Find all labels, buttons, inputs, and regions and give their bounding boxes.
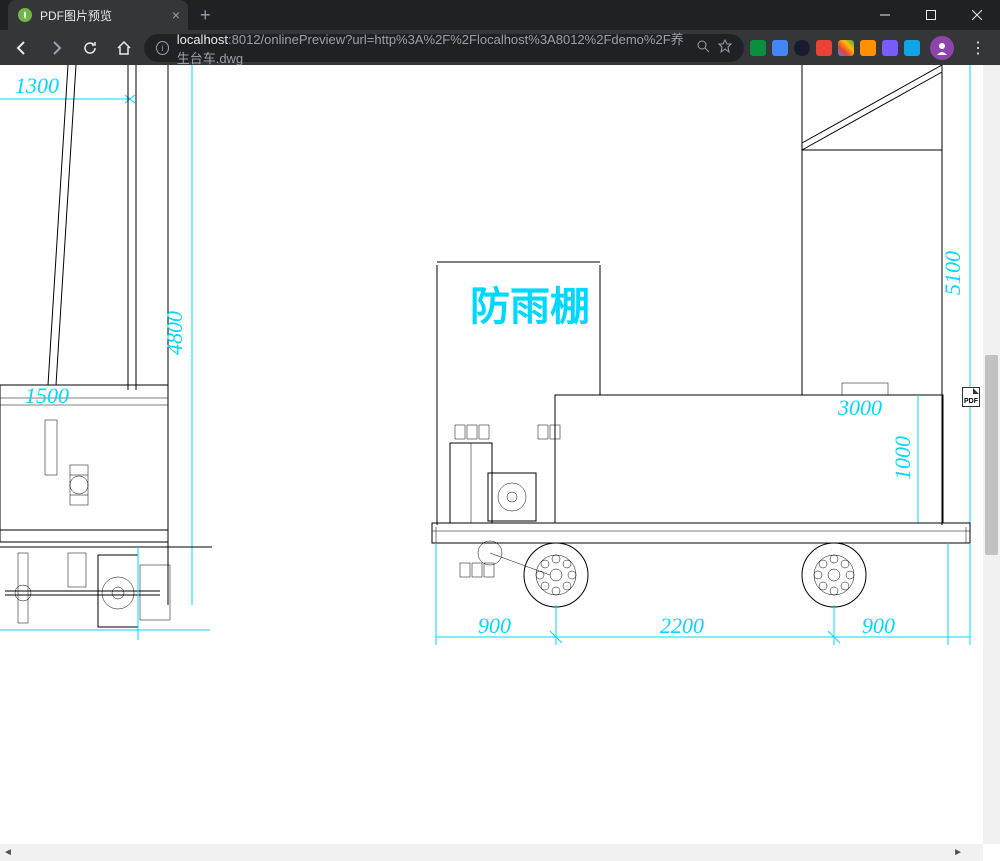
cad-wheel [524, 543, 588, 607]
window-titlebar: PDF图片预览 × + [0, 0, 1000, 30]
cad-wheel [802, 543, 866, 607]
svg-text:1000: 1000 [890, 436, 915, 480]
window-controls [862, 0, 1000, 30]
dimension-4800: 4800 [162, 65, 192, 605]
browser-toolbar: i localhost:8012/onlinePreview?url=http%… [0, 30, 1000, 65]
bookmark-star-icon[interactable] [718, 39, 732, 56]
dimension-3000: 3000 [837, 395, 882, 420]
drawing-title-label: 防雨棚 [470, 284, 590, 329]
site-info-icon[interactable]: i [156, 41, 169, 55]
extension-icon[interactable] [772, 40, 788, 56]
svg-text:1300: 1300 [15, 73, 59, 98]
extension-icon[interactable] [750, 40, 766, 56]
svg-text:5100: 5100 [940, 251, 965, 295]
home-button[interactable] [110, 34, 138, 62]
scroll-right-arrow-icon[interactable]: ► [953, 847, 963, 858]
pdf-badge-icon[interactable]: PDF [962, 387, 980, 407]
url-text: localhost:8012/onlinePreview?url=http%3A… [177, 29, 688, 67]
extension-icon[interactable] [816, 40, 832, 56]
extension-icon[interactable] [860, 40, 876, 56]
new-tab-button[interactable]: + [200, 5, 211, 26]
browser-tab[interactable]: PDF图片预览 × [8, 0, 188, 30]
extension-icon[interactable] [904, 40, 920, 56]
address-bar[interactable]: i localhost:8012/onlinePreview?url=http%… [144, 34, 744, 62]
vertical-scrollbar[interactable] [983, 65, 1000, 844]
browser-menu-button[interactable]: ⋮ [964, 38, 992, 58]
dimension-1000: 1000 [890, 395, 918, 523]
cad-drawing: 1300 4800 1500 5100 [0, 65, 1000, 861]
zoom-icon[interactable] [696, 39, 710, 56]
forward-button[interactable] [42, 34, 70, 62]
maximize-button[interactable] [908, 0, 954, 30]
vertical-scrollbar-thumb[interactable] [985, 355, 998, 555]
reload-button[interactable] [76, 34, 104, 62]
svg-text:900: 900 [478, 613, 511, 638]
horizontal-scrollbar[interactable]: ◄ ► [0, 844, 983, 861]
profile-avatar[interactable] [930, 36, 954, 60]
dimension-1500: 1500 [25, 383, 69, 408]
extension-icon[interactable] [794, 40, 810, 56]
back-button[interactable] [8, 34, 36, 62]
drawing-viewport[interactable]: 1300 4800 1500 5100 [0, 65, 1000, 861]
dimension-group-bottom: 900 2200 900 [436, 543, 970, 645]
svg-text:900: 900 [862, 613, 895, 638]
minimize-button[interactable] [862, 0, 908, 30]
tab-title: PDF图片预览 [40, 7, 164, 24]
svg-text:4800: 4800 [162, 311, 187, 355]
scroll-left-arrow-icon[interactable]: ◄ [3, 847, 13, 858]
close-window-button[interactable] [954, 0, 1000, 30]
tab-close-button[interactable]: × [172, 7, 180, 23]
tab-favicon [18, 8, 32, 22]
dimension-5100: 5100 [940, 65, 970, 525]
extension-icons [750, 40, 920, 56]
svg-text:2200: 2200 [660, 613, 704, 638]
extension-icon[interactable] [838, 40, 854, 56]
extension-icon[interactable] [882, 40, 898, 56]
